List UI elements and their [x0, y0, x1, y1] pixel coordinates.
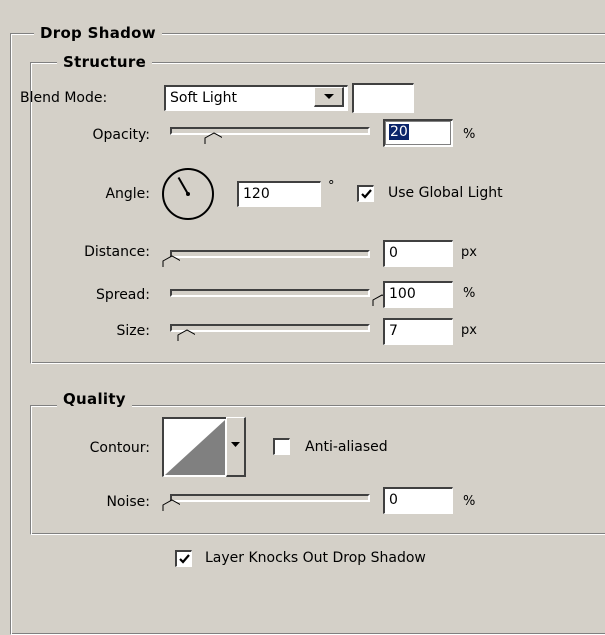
distance-unit: px	[461, 245, 477, 260]
opacity-value: 20	[389, 124, 409, 140]
noise-value: 0	[389, 492, 398, 508]
distance-label: Distance:	[84, 244, 150, 260]
noise-slider-thumb[interactable]	[162, 499, 180, 511]
angle-input[interactable]: 120	[237, 181, 321, 207]
size-value: 7	[389, 323, 398, 339]
chevron-down-icon	[324, 94, 334, 99]
noise-label: Noise:	[106, 494, 150, 510]
opacity-slider-track[interactable]	[170, 127, 370, 135]
opacity-input[interactable]: 20	[383, 119, 453, 147]
quality-group	[30, 405, 605, 535]
anti-aliased-label[interactable]: Anti-aliased	[305, 438, 388, 456]
quality-title: Quality	[57, 390, 132, 408]
structure-title: Structure	[57, 53, 153, 71]
size-label: Size:	[116, 323, 150, 339]
contour-preview-icon	[165, 420, 225, 475]
size-input[interactable]: 7	[383, 318, 453, 345]
angle-value: 120	[243, 186, 270, 202]
anti-aliased-checkbox[interactable]	[273, 438, 290, 455]
contour-picker[interactable]	[162, 417, 228, 477]
opacity-slider-thumb[interactable]	[204, 132, 222, 144]
opacity-label: Opacity:	[92, 127, 150, 143]
drop-shadow-title: Drop Shadow	[34, 24, 162, 42]
spread-value: 100	[389, 286, 416, 302]
noise-slider-track[interactable]	[170, 494, 370, 502]
spread-slider-track[interactable]	[170, 289, 370, 297]
noise-input[interactable]: 0	[383, 487, 453, 514]
use-global-light-checkbox[interactable]	[357, 185, 374, 202]
distance-input[interactable]: 0	[383, 240, 453, 267]
noise-unit: %	[463, 494, 476, 509]
angle-unit: °	[328, 179, 335, 194]
size-slider-track[interactable]	[170, 324, 370, 332]
size-unit: px	[461, 323, 477, 338]
blend-mode-value: Soft Light	[170, 90, 238, 106]
checkmark-icon	[179, 554, 190, 564]
layer-knocks-out-label[interactable]: Layer Knocks Out Drop Shadow	[205, 549, 426, 567]
angle-label: Angle:	[105, 186, 150, 202]
distance-slider-thumb[interactable]	[162, 255, 180, 267]
use-global-light-label[interactable]: Use Global Light	[388, 184, 503, 202]
shadow-color-swatch[interactable]	[352, 83, 414, 113]
distance-slider-track[interactable]	[170, 250, 370, 258]
contour-label: Contour:	[89, 440, 150, 456]
spread-unit: %	[463, 286, 476, 301]
size-slider-thumb[interactable]	[177, 329, 195, 341]
chevron-down-icon	[231, 442, 240, 447]
checkmark-icon	[361, 189, 372, 199]
blend-mode-label: Blend Mode:	[20, 90, 108, 106]
opacity-unit: %	[463, 127, 476, 142]
blend-mode-dropdown-button[interactable]	[314, 87, 344, 107]
contour-dropdown-button[interactable]	[226, 417, 246, 477]
layer-knocks-out-checkbox[interactable]	[175, 550, 192, 567]
spread-input[interactable]: 100	[383, 281, 453, 308]
angle-dial[interactable]	[160, 166, 216, 222]
spread-label: Spread:	[95, 287, 150, 303]
distance-value: 0	[389, 245, 398, 261]
